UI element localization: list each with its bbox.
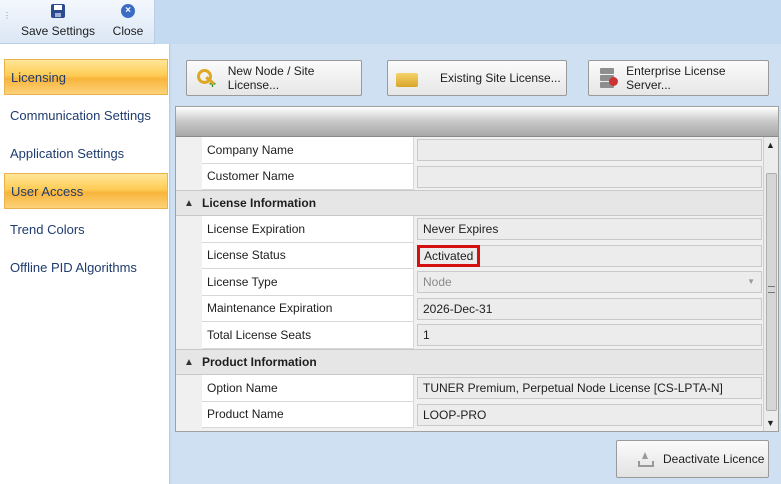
sidebar-item-trend-colors[interactable]: Trend Colors bbox=[4, 211, 168, 247]
license-expiration-field[interactable]: Never Expires bbox=[417, 218, 762, 240]
enterprise-license-server-label: Enterprise License Server... bbox=[626, 64, 726, 92]
chevron-up-icon[interactable]: ▲ bbox=[176, 198, 202, 209]
category-label: License Information bbox=[202, 196, 317, 210]
sidebar-item-label: User Access bbox=[11, 183, 84, 199]
deactivate-licence-button[interactable]: Deactivate Licence bbox=[616, 440, 769, 478]
sidebar-item-label: Trend Colors bbox=[10, 221, 85, 237]
vertical-scrollbar[interactable]: ▲ ▼ bbox=[763, 137, 778, 431]
property-row-total-license-seats[interactable]: Total License Seats 1 bbox=[176, 322, 764, 349]
property-name: Product Name bbox=[202, 401, 414, 428]
new-node-site-license-button[interactable]: + New Node / Site License... bbox=[186, 60, 362, 96]
toolbar: ⋮ Save Settings × Close bbox=[0, 0, 155, 44]
product-name-field[interactable]: LOOP-PRO bbox=[417, 403, 762, 426]
customer-name-field[interactable] bbox=[417, 165, 762, 188]
property-name: License Status bbox=[202, 242, 414, 269]
property-name: Customer Name bbox=[202, 163, 414, 190]
property-row-maintenance-expiration[interactable]: Maintenance Expiration 2026-Dec-31 bbox=[176, 295, 764, 322]
existing-site-license-button[interactable]: Existing Site License... bbox=[387, 60, 567, 96]
sidebar-item-label: Application Settings bbox=[10, 145, 125, 161]
property-grid-header bbox=[176, 107, 778, 137]
property-name: Option Name bbox=[202, 375, 414, 402]
chevron-down-icon[interactable]: ▼ bbox=[747, 277, 755, 286]
scroll-down-icon[interactable]: ▼ bbox=[766, 418, 775, 428]
property-row-license-expiration[interactable]: License Expiration Never Expires bbox=[176, 216, 764, 243]
sidebar-item-label: Offline PID Algorithms bbox=[10, 259, 137, 275]
maintenance-expiration-field[interactable]: 2026-Dec-31 bbox=[417, 297, 762, 320]
toolbar-grip[interactable]: ⋮ bbox=[3, 12, 11, 20]
company-name-field[interactable] bbox=[417, 139, 762, 161]
sidebar-item-application-settings[interactable]: Application Settings bbox=[4, 135, 168, 171]
sidebar-item-label: Licensing bbox=[11, 69, 66, 85]
sidebar-item-offline-pid-algorithms[interactable]: Offline PID Algorithms bbox=[4, 249, 168, 285]
existing-site-license-label: Existing Site License... bbox=[440, 71, 561, 85]
key-add-icon: + bbox=[195, 67, 216, 91]
row-gutter bbox=[176, 322, 202, 349]
row-gutter bbox=[176, 375, 202, 402]
scrollbar-thumb[interactable] bbox=[766, 173, 777, 411]
property-name: License Type bbox=[202, 269, 414, 296]
category-product-information[interactable]: ▲ Product Information bbox=[176, 349, 764, 375]
option-name-field[interactable]: TUNER Premium, Perpetual Node License [C… bbox=[417, 377, 762, 399]
sidebar-item-user-access[interactable]: User Access bbox=[4, 173, 168, 209]
license-type-dropdown[interactable]: Node ▼ bbox=[417, 271, 762, 293]
property-row-option-name[interactable]: Option Name TUNER Premium, Perpetual Nod… bbox=[176, 375, 764, 402]
sidebar-item-label: Communication Settings bbox=[10, 107, 151, 123]
license-status-field[interactable]: Activated bbox=[417, 244, 762, 267]
row-gutter bbox=[176, 269, 202, 296]
category-label: Product Information bbox=[202, 355, 317, 369]
upload-icon bbox=[637, 451, 654, 467]
row-gutter bbox=[176, 216, 202, 243]
server-icon bbox=[597, 67, 619, 89]
property-row-license-type[interactable]: License Type Node ▼ bbox=[176, 269, 764, 296]
property-name: Total License Seats bbox=[202, 322, 414, 349]
scroll-up-icon[interactable]: ▲ bbox=[766, 140, 775, 150]
row-gutter bbox=[176, 242, 202, 269]
property-name: License Expiration bbox=[202, 216, 414, 243]
floppy-disk-icon bbox=[51, 4, 65, 18]
chevron-up-icon[interactable]: ▲ bbox=[176, 357, 202, 368]
main-panel: + New Node / Site License... Existing Si… bbox=[171, 44, 781, 484]
save-settings-label: Save Settings bbox=[20, 24, 96, 38]
deactivate-licence-label: Deactivate Licence bbox=[663, 452, 765, 466]
property-grid: Company Name Customer Name ▲ License Inf… bbox=[175, 106, 779, 432]
sidebar-item-communication-settings[interactable]: Communication Settings bbox=[4, 97, 168, 133]
close-icon: × bbox=[121, 4, 135, 18]
property-row-company-name[interactable]: Company Name bbox=[176, 137, 764, 164]
property-row-product-name[interactable]: Product Name LOOP-PRO bbox=[176, 401, 764, 428]
enterprise-license-server-button[interactable]: Enterprise License Server... bbox=[588, 60, 769, 96]
row-gutter bbox=[176, 137, 202, 164]
property-row-customer-name[interactable]: Customer Name bbox=[176, 163, 764, 190]
property-row-license-status[interactable]: License Status Activated bbox=[176, 242, 764, 269]
row-gutter bbox=[176, 163, 202, 190]
property-name: Maintenance Expiration bbox=[202, 295, 414, 322]
license-status-highlight: Activated bbox=[417, 244, 481, 267]
row-gutter bbox=[176, 401, 202, 428]
category-license-information[interactable]: ▲ License Information bbox=[176, 190, 764, 216]
license-type-value: Node bbox=[423, 275, 452, 289]
sidebar-item-licensing[interactable]: Licensing bbox=[4, 59, 168, 95]
property-grid-body: Company Name Customer Name ▲ License Inf… bbox=[176, 137, 764, 431]
sidebar: Licensing Communication Settings Applica… bbox=[0, 44, 170, 484]
grip-icon bbox=[768, 286, 775, 293]
close-label: Close bbox=[112, 24, 144, 38]
property-name: Company Name bbox=[202, 137, 414, 164]
save-settings-button[interactable]: Save Settings bbox=[20, 4, 96, 38]
row-gutter bbox=[176, 295, 202, 322]
new-node-site-license-label: New Node / Site License... bbox=[227, 64, 315, 92]
license-card-icon bbox=[396, 73, 418, 87]
close-button[interactable]: × Close bbox=[104, 4, 152, 38]
total-license-seats-field[interactable]: 1 bbox=[417, 324, 762, 346]
